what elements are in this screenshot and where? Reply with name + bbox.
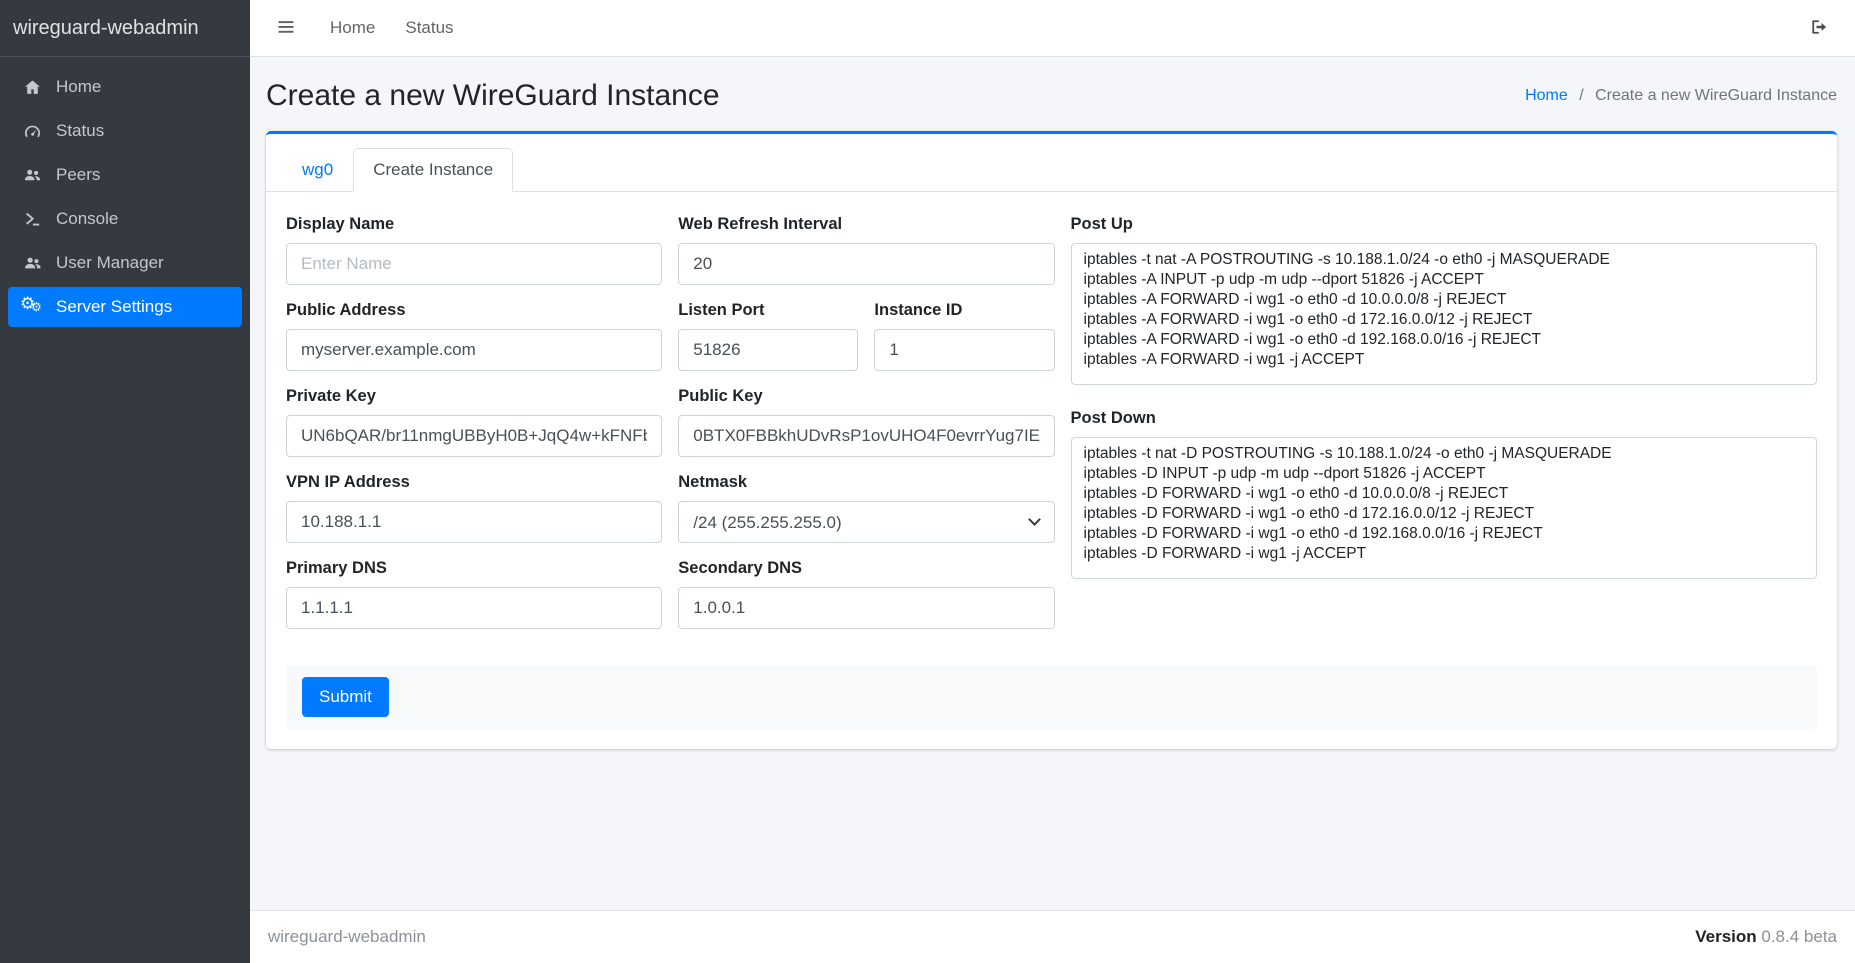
netmask-label: Netmask <box>678 472 1054 492</box>
private-key-label: Private Key <box>286 386 662 406</box>
breadcrumb-home-link[interactable]: Home <box>1525 87 1568 104</box>
sidebar-item-label: User Manager <box>56 253 164 273</box>
breadcrumb-separator: / <box>1579 87 1583 104</box>
footer-version-value: 0.8.4 beta <box>1761 927 1837 946</box>
instance-form: Display Name Web Refresh Interval Public… <box>266 192 1837 749</box>
public-address-label: Public Address <box>286 300 662 320</box>
brand-link[interactable]: wireguard-webadmin <box>0 0 250 57</box>
secondary-dns-input[interactable] <box>678 587 1054 629</box>
post-down-textarea[interactable]: iptables -t nat -D POSTROUTING -s 10.188… <box>1071 437 1817 579</box>
terminal-icon <box>20 209 44 229</box>
form-actions: Submit <box>286 665 1817 729</box>
post-up-textarea[interactable]: iptables -t nat -A POSTROUTING -s 10.188… <box>1071 243 1817 385</box>
listen-port-group: Listen Port <box>678 300 858 371</box>
sidebar-item-label: Status <box>56 121 104 141</box>
netmask-group: Netmask /24 (255.255.255.0) <box>678 472 1054 543</box>
app-root: wireguard-webadmin Home Status Peers <box>0 0 1855 963</box>
primary-dns-input[interactable] <box>286 587 662 629</box>
listen-port-input[interactable] <box>678 329 858 371</box>
primary-dns-label: Primary DNS <box>286 558 662 578</box>
navbar-link-status[interactable]: Status <box>405 18 453 38</box>
primary-dns-group: Primary DNS <box>286 558 662 629</box>
vpn-ip-label: VPN IP Address <box>286 472 662 492</box>
page-title: Create a new WireGuard Instance <box>266 79 720 113</box>
private-key-input[interactable] <box>286 415 662 457</box>
post-up-group: Post Up iptables -t nat -A POSTROUTING -… <box>1071 214 1817 390</box>
footer-app-name: wireguard-webadmin <box>268 927 426 947</box>
vpn-ip-group: VPN IP Address <box>286 472 662 543</box>
footer-version-label: Version <box>1695 927 1756 946</box>
main-footer: wireguard-webadmin Version 0.8.4 beta <box>250 910 1855 963</box>
content-area: Create a new WireGuard Instance Home / C… <box>250 57 1855 910</box>
instance-id-group: Instance ID <box>874 300 1054 371</box>
private-key-group: Private Key <box>286 386 662 457</box>
public-key-label: Public Key <box>678 386 1054 406</box>
content-header: Create a new WireGuard Instance Home / C… <box>250 57 1855 129</box>
sidebar-item-peers[interactable]: Peers <box>8 155 242 195</box>
brand-text: wireguard-webadmin <box>13 17 199 40</box>
sidebar-item-user-manager[interactable]: User Manager <box>8 243 242 283</box>
logout-button[interactable] <box>1805 13 1833 44</box>
sidebar-item-label: Peers <box>56 165 100 185</box>
public-key-input[interactable] <box>678 415 1054 457</box>
public-address-group: Public Address <box>286 300 662 371</box>
sidebar-nav: Home Status Peers Console <box>0 57 250 337</box>
main-column: Home Status Create a new WireGuard Insta… <box>250 0 1855 963</box>
breadcrumb: Home / Create a new WireGuard Instance <box>1525 87 1837 105</box>
web-refresh-interval-group: Web Refresh Interval <box>678 214 1054 285</box>
form-left-columns: Display Name Web Refresh Interval Public… <box>286 214 1055 629</box>
breadcrumb-current: Create a new WireGuard Instance <box>1595 87 1837 104</box>
instance-card: wg0 Create Instance Display Name Web Ref… <box>266 131 1837 749</box>
home-icon <box>20 77 44 97</box>
public-address-input[interactable] <box>286 329 662 371</box>
users-icon <box>20 165 44 185</box>
gears-icon: ⚙⚙ <box>20 297 44 317</box>
secondary-dns-label: Secondary DNS <box>678 558 1054 578</box>
navbar-link-home[interactable]: Home <box>330 18 375 38</box>
display-name-group: Display Name <box>286 214 662 285</box>
tab-create-instance[interactable]: Create Instance <box>353 148 513 192</box>
hamburger-icon <box>276 17 296 40</box>
footer-version: Version 0.8.4 beta <box>1695 927 1837 947</box>
sidebar-toggle-button[interactable] <box>272 13 300 44</box>
web-refresh-interval-input[interactable] <box>678 243 1054 285</box>
post-down-label: Post Down <box>1071 408 1817 428</box>
listen-port-label: Listen Port <box>678 300 858 320</box>
sidebar-item-label: Server Settings <box>56 297 172 317</box>
secondary-dns-group: Secondary DNS <box>678 558 1054 629</box>
sign-out-icon <box>1809 17 1829 40</box>
tachometer-icon <box>20 121 44 141</box>
sidebar: wireguard-webadmin Home Status Peers <box>0 0 250 963</box>
instance-id-input[interactable] <box>874 329 1054 371</box>
submit-button[interactable]: Submit <box>302 677 389 717</box>
public-key-group: Public Key <box>678 386 1054 457</box>
user-group-icon <box>20 253 44 273</box>
vpn-ip-input[interactable] <box>286 501 662 543</box>
tab-wg0[interactable]: wg0 <box>282 148 353 192</box>
sidebar-item-status[interactable]: Status <box>8 111 242 151</box>
sidebar-item-label: Home <box>56 77 101 97</box>
netmask-select[interactable]: /24 (255.255.255.0) <box>678 501 1054 543</box>
sidebar-item-server-settings[interactable]: ⚙⚙ Server Settings <box>8 287 242 327</box>
instance-tabs: wg0 Create Instance <box>266 134 1837 192</box>
instance-id-label: Instance ID <box>874 300 1054 320</box>
sidebar-item-label: Console <box>56 209 118 229</box>
display-name-input[interactable] <box>286 243 662 285</box>
port-instance-row: Listen Port Instance ID <box>678 300 1054 371</box>
post-down-group: Post Down iptables -t nat -D POSTROUTING… <box>1071 408 1817 584</box>
sidebar-item-home[interactable]: Home <box>8 67 242 107</box>
top-navbar: Home Status <box>250 0 1855 57</box>
form-right-column: Post Up iptables -t nat -A POSTROUTING -… <box>1071 214 1817 629</box>
web-refresh-interval-label: Web Refresh Interval <box>678 214 1054 234</box>
post-up-label: Post Up <box>1071 214 1817 234</box>
sidebar-item-console[interactable]: Console <box>8 199 242 239</box>
display-name-label: Display Name <box>286 214 662 234</box>
